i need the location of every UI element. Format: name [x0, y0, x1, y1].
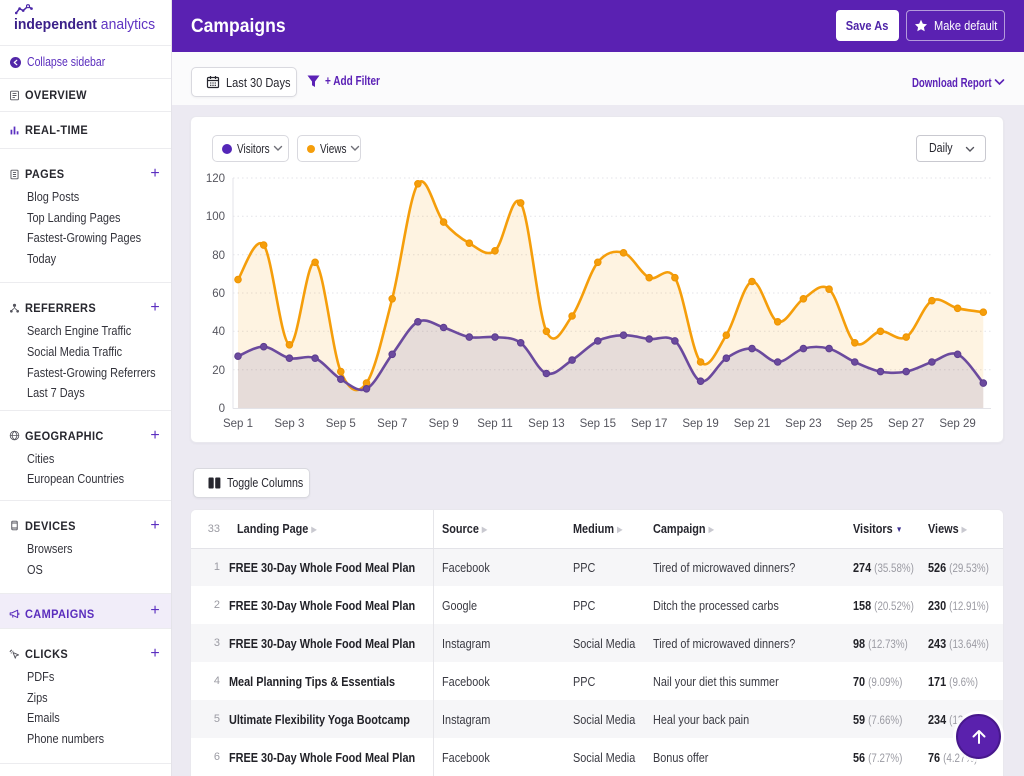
svg-text:20: 20	[212, 365, 225, 377]
svg-text:Sep 29: Sep 29	[939, 418, 975, 430]
svg-text:Sep 15: Sep 15	[580, 418, 616, 430]
svg-text:100: 100	[206, 211, 225, 223]
svg-text:40: 40	[212, 326, 225, 338]
svg-text:Sep 25: Sep 25	[837, 418, 873, 430]
svg-text:Sep 19: Sep 19	[682, 418, 718, 430]
svg-text:Sep 13: Sep 13	[528, 418, 564, 430]
svg-text:0: 0	[219, 403, 225, 415]
svg-text:80: 80	[212, 250, 225, 262]
svg-text:Sep 23: Sep 23	[785, 418, 821, 430]
svg-text:Sep 27: Sep 27	[888, 418, 924, 430]
svg-text:Sep 21: Sep 21	[734, 418, 770, 430]
svg-text:60: 60	[212, 288, 225, 300]
svg-text:Sep 3: Sep 3	[274, 418, 304, 430]
svg-text:120: 120	[206, 173, 225, 185]
svg-text:Sep 5: Sep 5	[326, 418, 356, 430]
svg-text:Sep 9: Sep 9	[429, 418, 459, 430]
svg-text:Sep 17: Sep 17	[631, 418, 667, 430]
svg-text:Sep 1: Sep 1	[223, 418, 253, 430]
svg-text:Sep 7: Sep 7	[377, 418, 407, 430]
svg-text:Sep 11: Sep 11	[477, 418, 513, 430]
